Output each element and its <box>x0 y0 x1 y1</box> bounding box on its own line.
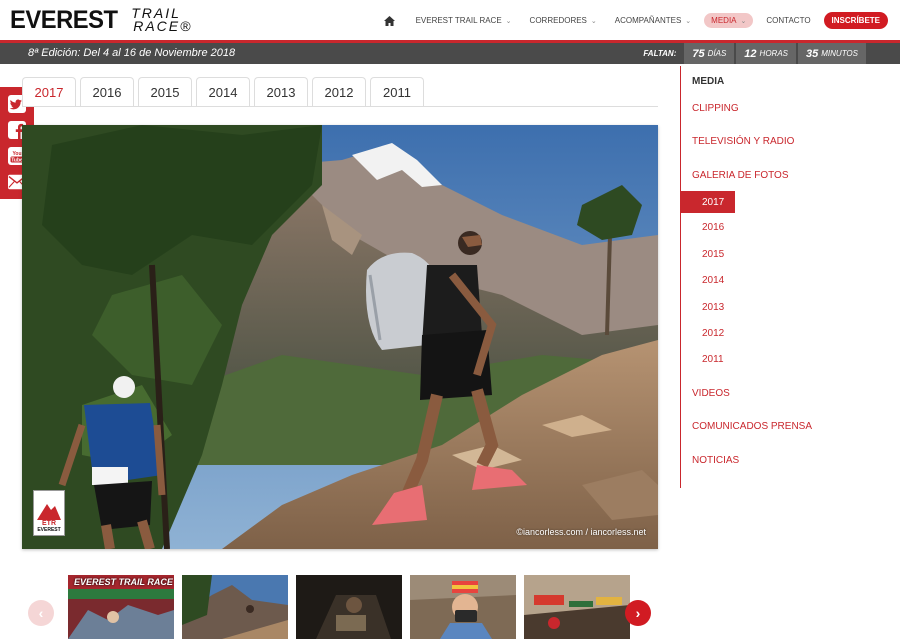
thumbnail-1[interactable]: EVEREST TRAIL RACE <box>68 575 174 639</box>
home-icon[interactable] <box>375 13 407 29</box>
countdown-days: 75 DÍAS <box>684 43 735 64</box>
tab-2013[interactable]: 2013 <box>254 77 308 107</box>
nav-item-corredores[interactable]: CORREDORES ⌄ <box>521 13 606 28</box>
chevron-left-icon[interactable]: ‹ <box>28 600 54 626</box>
side-year-2014[interactable]: 2014 <box>702 275 724 286</box>
tab-2015[interactable]: 2015 <box>138 77 192 107</box>
tab-2016[interactable]: 2016 <box>80 77 134 107</box>
countdown-minutes: 35 MINUTOS <box>798 43 866 64</box>
side-link-videos[interactable]: VIDEOS <box>692 388 730 399</box>
tab-2011[interactable]: 2011 <box>370 77 424 107</box>
chevron-down-icon: ⌄ <box>685 17 692 25</box>
nav-item-acompanantes[interactable]: ACOMPAÑANTES ⌄ <box>606 13 700 28</box>
side-year-2012[interactable]: 2012 <box>702 328 724 339</box>
chevron-down-icon: ⌄ <box>740 17 747 25</box>
site-header: EVEREST TRAIL RACE® EVEREST TRAIL RACE ⌄ … <box>0 0 900 40</box>
side-link-galeria-fotos[interactable]: GALERIA DE FOTOS <box>692 170 789 181</box>
etr-logo-badge: ETR EVEREST <box>33 490 65 536</box>
thumbnail-4[interactable] <box>410 575 516 639</box>
chevron-down-icon: ⌄ <box>590 17 597 25</box>
logo-subtitle: TRAIL RACE® <box>131 5 193 34</box>
gallery-main-photo[interactable]: ©iancorless.com / iancorless.net ETR EVE… <box>22 125 658 549</box>
nav-item-everest-trail-race[interactable]: EVEREST TRAIL RACE ⌄ <box>407 13 521 28</box>
svg-text:You: You <box>12 151 21 157</box>
chevron-down-icon: ⌄ <box>505 17 512 25</box>
side-year-2015[interactable]: 2015 <box>702 249 724 260</box>
media-side-menu: MEDIA CLIPPING TELEVISIÓN Y RADIO GALERI… <box>680 66 900 488</box>
thumbnail-3[interactable] <box>296 575 402 639</box>
tab-2017[interactable]: 2017 <box>22 77 76 107</box>
nav-item-contacto[interactable]: CONTACTO <box>757 13 819 28</box>
year-tabs: 2017 2016 2015 2014 2013 2012 2011 <box>22 77 424 107</box>
side-link-comunicados-prensa[interactable]: COMUNICADOS PRENSA <box>692 421 812 432</box>
side-link-clipping[interactable]: CLIPPING <box>692 103 739 114</box>
chevron-right-icon[interactable]: › <box>625 600 651 626</box>
countdown: FALTAN: 75 DÍAS 12 HORAS 35 MINUTOS <box>643 43 866 64</box>
logo-wordmark: EVEREST <box>10 5 118 34</box>
photo-scene <box>22 125 658 549</box>
thumbnail-5[interactable] <box>524 575 630 639</box>
tab-2012[interactable]: 2012 <box>312 77 366 107</box>
side-year-2016[interactable]: 2016 <box>702 222 724 233</box>
edition-bar: 8ª Edición: Del 4 al 16 de Noviembre 201… <box>0 40 900 64</box>
site-logo[interactable]: EVEREST TRAIL RACE® <box>10 5 192 35</box>
side-year-2011[interactable]: 2011 <box>702 354 724 365</box>
side-year-2013[interactable]: 2013 <box>702 302 724 313</box>
register-button[interactable]: INSCRÍBETE <box>823 12 888 29</box>
tab-2014[interactable]: 2014 <box>196 77 250 107</box>
countdown-hours: 12 HORAS <box>736 43 796 64</box>
thumbnail-caption: EVEREST TRAIL RACE <box>74 577 173 587</box>
side-link-noticias[interactable]: NOTICIAS <box>692 455 739 466</box>
thumbnail-2[interactable] <box>182 575 288 639</box>
main-nav: EVEREST TRAIL RACE ⌄ CORREDORES ⌄ ACOMPAÑA… <box>375 12 888 29</box>
tabs-divider <box>22 106 658 107</box>
countdown-label: FALTAN: <box>643 49 677 58</box>
mountain-icon <box>37 504 61 520</box>
side-menu-title: MEDIA <box>692 76 725 87</box>
edition-text: 8ª Edición: Del 4 al 16 de Noviembre 201… <box>28 47 236 59</box>
side-year-2017[interactable]: 2017 <box>681 191 735 213</box>
side-link-television-radio[interactable]: TELEVISIÓN Y RADIO <box>692 136 794 147</box>
thumbnail-carousel: ‹ EVEREST TRAIL RACE › <box>0 560 680 639</box>
photo-credit: ©iancorless.com / iancorless.net <box>516 527 646 537</box>
nav-item-media[interactable]: MEDIA ⌄ <box>704 13 754 28</box>
